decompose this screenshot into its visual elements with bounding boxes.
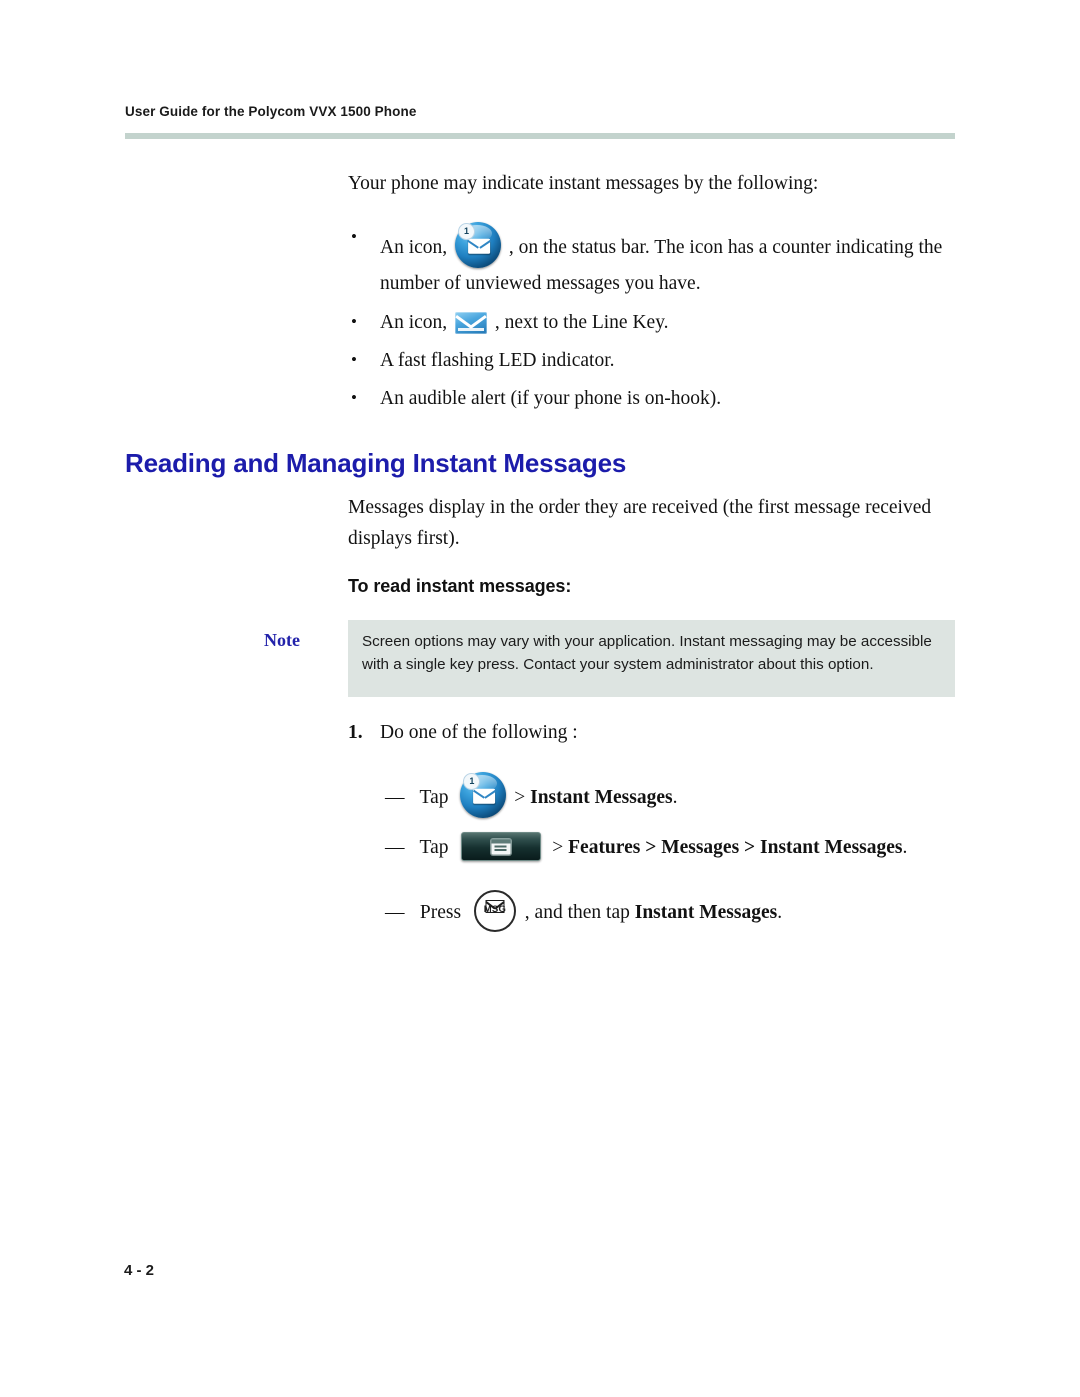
menu-softkey-icon[interactable] [461, 832, 542, 861]
window-menu-glyph [491, 839, 511, 854]
bullet-lead-text: An icon, [380, 237, 448, 258]
substep-lead: Tap [419, 787, 449, 808]
list-item: An icon, 1 , on the status bar. The icon… [348, 221, 968, 299]
msg-key-label: MSG [483, 904, 507, 915]
step-text: Do one of the following : [380, 722, 578, 743]
substep-period: . [777, 902, 783, 923]
section-paragraph: Messages display in the order they are r… [348, 497, 932, 549]
envelope-flap-right [469, 315, 487, 329]
indicator-bullet-list: An icon, 1 , on the status bar. The icon… [348, 221, 968, 421]
substep-separator: , and then tap [524, 902, 635, 923]
substep-tap-sphere: — Tap 1 > Instant Messages. [385, 772, 677, 818]
substep-period: . [672, 787, 678, 808]
list-item: An icon, , next to the Line Key. [348, 306, 968, 338]
bullet-lead-text: A fast flashing LED indicator. [380, 350, 615, 371]
bullet-lead-text: An audible alert (if your phone is on-ho… [380, 388, 722, 409]
instant-message-sphere-icon: 1 [455, 222, 502, 268]
substep-tap-menu: — Tap > Features > Messages > Instant Me… [385, 832, 907, 863]
page-folio: 4 - 2 [124, 1262, 155, 1279]
substep-dash: — [385, 787, 405, 808]
instant-message-sphere-icon[interactable]: 1 [460, 772, 507, 818]
list-item: A fast flashing LED indicator. [348, 344, 968, 376]
substep-press-msg: — Press MSG , and then tap Instant Messa… [385, 890, 782, 932]
substep-target: Features > Messages > Instant Messages [568, 837, 903, 858]
substep-separator: > [552, 837, 569, 858]
substep-dash: — [385, 837, 405, 858]
section-heading: Reading and Managing Instant Messages [125, 448, 627, 478]
note-label: Note [264, 630, 300, 650]
running-header: User Guide for the Polycom VVX 1500 Phon… [125, 104, 417, 119]
envelope-line-key-icon [455, 312, 488, 334]
bullet-tail-text: , next to the Line Key. [494, 312, 669, 333]
substep-target: Instant Messages [634, 902, 778, 923]
envelope-base [458, 328, 485, 331]
substep-target: Instant Messages [530, 787, 673, 808]
msg-hard-key-icon[interactable]: MSG [473, 890, 516, 932]
envelope-glyph [468, 238, 491, 254]
bullet-lead-text: An icon, [380, 312, 448, 333]
note-box: Screen options may vary with your applic… [348, 620, 955, 697]
envelope-glyph [473, 788, 496, 804]
unread-counter-badge: 1 [463, 773, 481, 790]
substep-dash: — [385, 902, 405, 923]
unread-counter-badge: 1 [458, 223, 476, 240]
intro-paragraph: Your phone may indicate instant messages… [348, 173, 819, 194]
note-text: Screen options may vary with your applic… [362, 633, 932, 673]
step-number: 1. [348, 722, 363, 743]
substep-lead: Tap [419, 837, 449, 858]
substep-lead: Press [419, 902, 462, 923]
substep-period: . [902, 837, 908, 858]
substep-separator: > [514, 787, 531, 808]
list-item: An audible alert (if your phone is on-ho… [348, 382, 968, 414]
task-sub-heading: To read instant messages: [348, 576, 572, 596]
document-page: User Guide for the Polycom VVX 1500 Phon… [0, 0, 1080, 1397]
header-rule [125, 133, 955, 139]
